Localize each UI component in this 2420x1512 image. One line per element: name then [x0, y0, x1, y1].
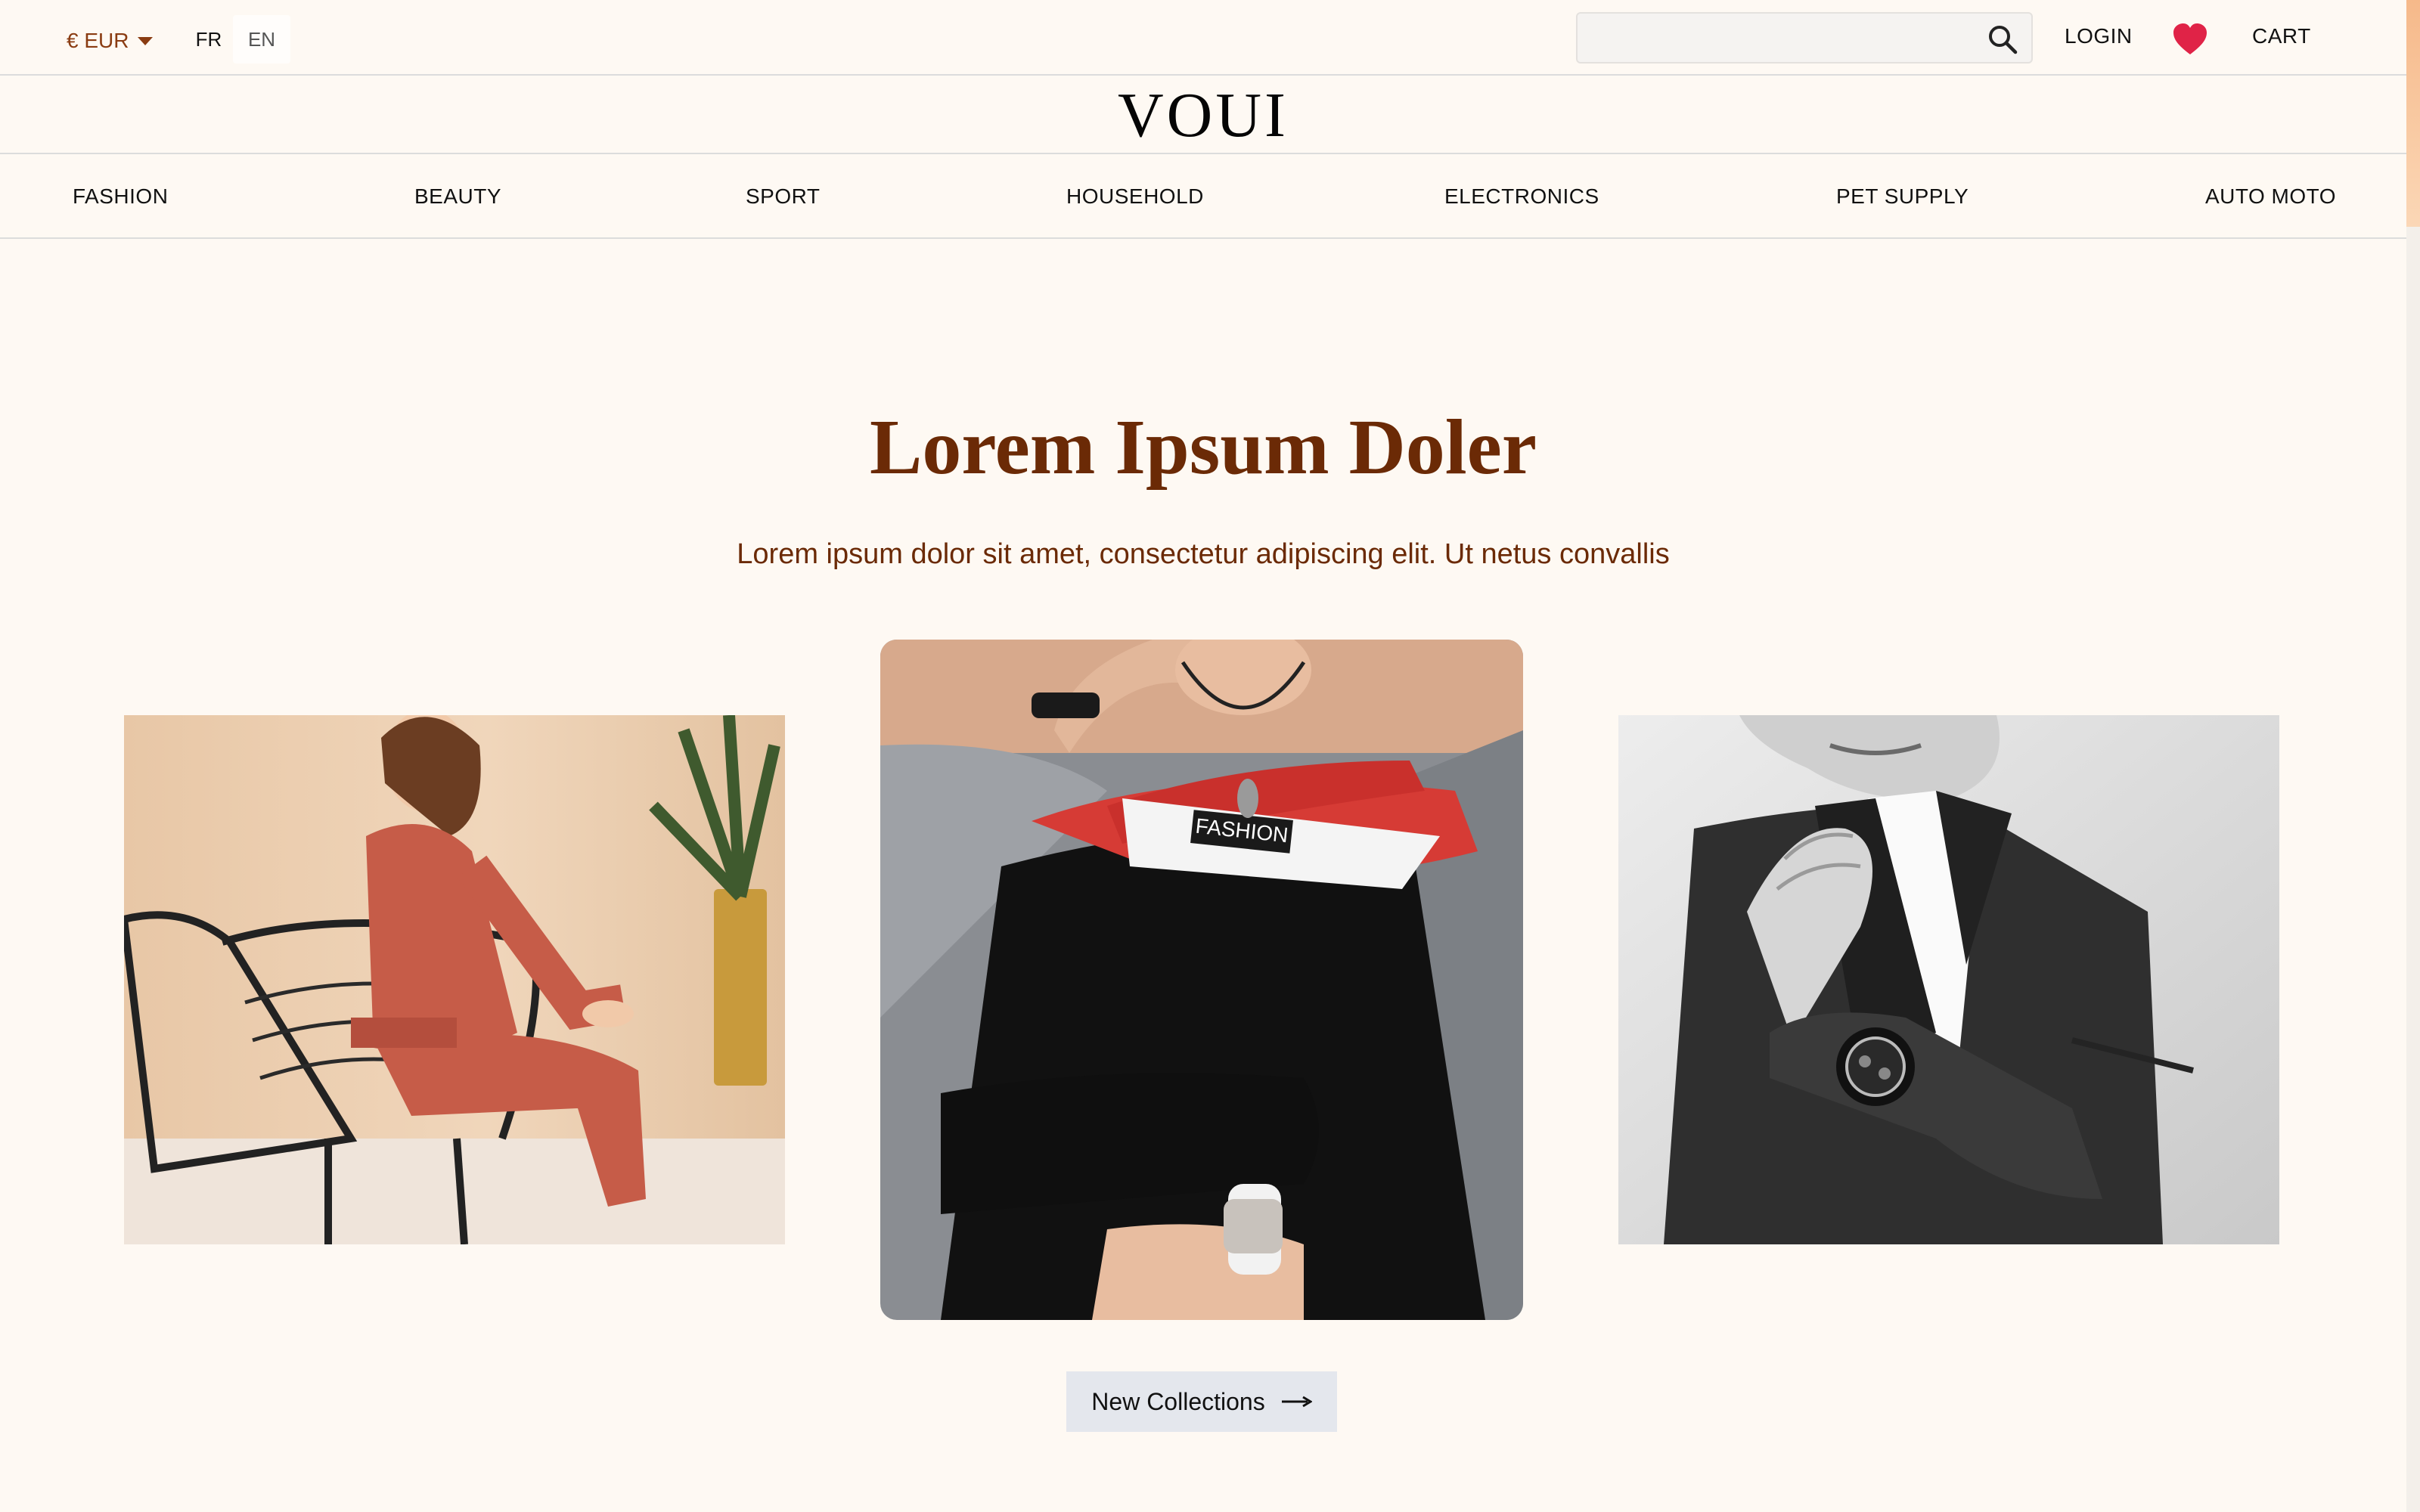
nav-item-household[interactable]: HOUSEHOLD: [1066, 184, 1204, 209]
caret-down-icon: [138, 36, 154, 45]
photo-woman-coral-jumpsuit[interactable]: [124, 715, 785, 1244]
cta-label: New Collections: [1091, 1387, 1265, 1415]
photo-man-suit-watch[interactable]: [1618, 715, 2279, 1244]
new-collections-button[interactable]: New Collections: [1066, 1371, 1337, 1432]
search-icon[interactable]: [1986, 23, 2019, 56]
language-en[interactable]: EN: [233, 15, 290, 64]
nav-item-sport[interactable]: SPORT: [746, 184, 820, 209]
top-bar: € EUR FR EN LOGIN CART: [0, 0, 2406, 76]
brand-logo[interactable]: VOUI: [1118, 84, 1289, 147]
nav-item-fashion[interactable]: FASHION: [73, 184, 168, 209]
currency-label: € EUR: [67, 29, 129, 52]
nav-item-auto-moto[interactable]: AUTO MOTO: [2205, 184, 2336, 209]
category-nav: FASHION BEAUTY SPORT HOUSEHOLD ELECTRONI…: [0, 154, 2406, 239]
photo-man-fashion-sweatshirt[interactable]: FASHION: [880, 640, 1523, 1320]
hero-title: Lorem Ipsum Doler: [869, 404, 1537, 491]
scrollbar[interactable]: [2406, 0, 2420, 1512]
currency-selector[interactable]: € EUR: [67, 27, 154, 54]
search-input[interactable]: [1578, 14, 1978, 62]
scrollbar-thumb[interactable]: [2406, 0, 2420, 227]
heart-icon[interactable]: [2172, 23, 2208, 56]
search-bar: [1576, 12, 2033, 64]
language-fr[interactable]: FR: [191, 15, 227, 64]
logo-row: VOUI: [0, 76, 2406, 154]
nav-item-pet-supply[interactable]: PET SUPPLY: [1836, 184, 1969, 209]
arrow-right-icon: [1281, 1396, 1312, 1408]
nav-item-electronics[interactable]: ELECTRONICS: [1444, 184, 1599, 209]
login-link[interactable]: LOGIN: [2065, 24, 2133, 48]
cart-link[interactable]: CART: [2252, 24, 2311, 48]
hero-subtitle: Lorem ipsum dolor sit amet, consectetur …: [737, 538, 1670, 570]
nav-item-beauty[interactable]: BEAUTY: [414, 184, 501, 209]
